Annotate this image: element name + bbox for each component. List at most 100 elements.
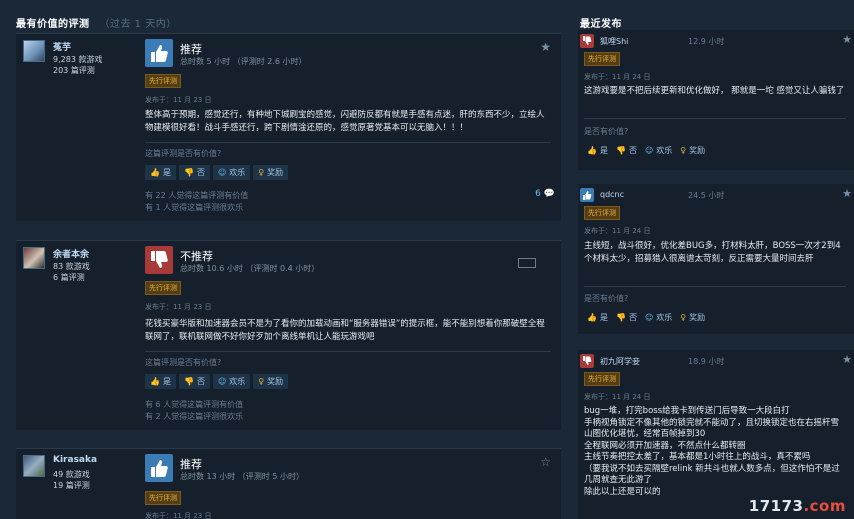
smile-icon: ☺ <box>644 146 654 155</box>
divider <box>145 142 551 143</box>
vote-no-button[interactable]: 👎 否 <box>613 310 640 325</box>
watermark-text: 17173 <box>748 497 804 515</box>
helpful-count: 有 22 人觉得这篇评测有价值 <box>145 191 249 200</box>
star-icon[interactable]: ★ <box>842 33 852 46</box>
recent-hours: 18.9 小时 <box>688 357 725 366</box>
divider <box>584 118 846 119</box>
comment-icon: 💬 <box>543 189 555 199</box>
vote-no-button[interactable]: 👎 否 <box>178 374 210 389</box>
recent-reviewer-name[interactable]: qdcnc <box>600 190 624 199</box>
recent-review-card: 狐哩Shi 12.9 小时 ★ 先行评测 发布于：11 月 24 日 这游戏要是… <box>578 30 854 170</box>
award-label: 奖励 <box>267 168 284 177</box>
reviewer-review-count[interactable]: 6 篇评测 <box>53 272 85 283</box>
smile-icon: ☺ <box>644 313 654 322</box>
recent-hours: 24.5 小时 <box>688 191 725 200</box>
vote-yes-button[interactable]: 👍 是 <box>584 310 611 325</box>
early-access-tag: 先行评测 <box>584 372 620 386</box>
thumbs-down-icon <box>580 354 594 368</box>
posted-date: 发布于：11 月 23 日 <box>145 512 212 519</box>
vote-no-button[interactable]: 👎 否 <box>613 143 640 158</box>
avatar[interactable] <box>23 40 45 62</box>
vote-no-label: 否 <box>196 377 205 386</box>
review-line: bug一堆，打完boss给我卡到传送门后导致一大段白打 <box>584 406 790 416</box>
review-line: 手柄视角锁定不像其他的锁完就不能动了，且切换锁定也在右摇杆雪山图优化堪忧，经常百… <box>584 417 840 440</box>
comment-count-value: 6 <box>535 189 541 199</box>
review-line: 全程联网必须开加速器，不然点什么都转圈 <box>584 440 746 451</box>
award-icon: ♀ <box>680 313 687 322</box>
comment-count[interactable]: 6 💬 <box>535 189 555 199</box>
vote-funny-button[interactable]: ☺ 欢乐 <box>212 165 251 180</box>
review-line: 主线节奏把控太差了，基本都是1小时往上的战斗，真不累吗 <box>584 452 811 462</box>
more-options-icon[interactable] <box>518 258 536 268</box>
vote-no-label: 否 <box>196 168 205 177</box>
divider <box>584 286 846 287</box>
reviewer-name[interactable]: 余者本余 <box>53 247 89 260</box>
vote-funny-button[interactable]: ☺ 欢乐 <box>212 374 251 389</box>
recent-reviewer-name[interactable]: 狐哩Shi <box>600 36 628 47</box>
thumbs-up-icon[interactable] <box>145 454 173 482</box>
star-icon[interactable]: ★ <box>540 40 551 54</box>
review-card: 菟芋 9,283 款游戏 203 篇评测 推荐 总时数 5 小时 （评测时 2.… <box>16 33 561 221</box>
thumbs-down-icon[interactable] <box>145 246 173 274</box>
early-access-tag: 先行评测 <box>145 281 181 295</box>
review-hours: 总时数 5 小时 （评测时 2.6 小时） <box>180 57 307 66</box>
star-icon[interactable]: ★ <box>842 353 852 366</box>
vote-funny-label: 欢乐 <box>656 146 673 155</box>
reviewer-name[interactable]: Kirasaka <box>53 455 97 465</box>
award-icon: ♀ <box>258 377 265 386</box>
vote-no-button[interactable]: 👎 否 <box>178 165 210 180</box>
award-label: 奖励 <box>689 146 706 155</box>
helpful-question: 是否有价值? <box>584 127 629 136</box>
award-button[interactable]: ♀ 奖励 <box>253 374 289 389</box>
award-button[interactable]: ♀ 奖励 <box>677 310 708 325</box>
avatar[interactable] <box>23 455 45 477</box>
award-label: 奖励 <box>689 313 706 322</box>
right-section-title: 最近发布 <box>580 19 622 30</box>
thumbs-up-icon: 👍 <box>587 146 597 155</box>
left-section-title-text: 最有价值的评测 <box>16 19 90 30</box>
smile-icon: ☺ <box>217 168 227 177</box>
funny-count: 有 2 人觉得这篇评测很欢乐 <box>145 412 244 421</box>
reviewer-review-count[interactable]: 203 篇评测 <box>53 65 95 76</box>
reviewer-games[interactable]: 9,283 款游戏 <box>53 54 102 65</box>
vote-yes-button[interactable]: 👍 是 <box>145 165 176 180</box>
review-verdict[interactable]: 不推荐 <box>180 248 213 264</box>
posted-date: 发布于：11 月 24 日 <box>584 393 651 401</box>
review-verdict[interactable]: 推荐 <box>180 41 202 57</box>
reviewer-review-count[interactable]: 19 篇评测 <box>53 480 90 491</box>
vote-funny-button[interactable]: ☺ 欢乐 <box>642 310 675 325</box>
vote-yes-button[interactable]: 👍 是 <box>145 374 176 389</box>
recent-review-body: bug一堆，打完boss给我卡到传送门后导致一大段白打 手柄视角锁定不像其他的锁… <box>584 406 846 498</box>
thumbs-down-icon: 👎 <box>615 146 626 155</box>
vote-funny-button[interactable]: ☺ 欢乐 <box>642 143 675 158</box>
star-icon[interactable]: ★ <box>842 187 852 200</box>
posted-date: 发布于：11 月 24 日 <box>584 227 651 235</box>
vote-yes-label: 是 <box>162 377 171 386</box>
recent-reviewer-name[interactable]: 初九阿学妾 <box>600 356 640 367</box>
reviewer-name[interactable]: 菟芋 <box>53 40 71 53</box>
vote-buttons: 👍 是 👎 否 ☺ 欢乐 ♀ 奖励 <box>584 310 708 325</box>
site-watermark-logo: 17173.com <box>749 497 846 515</box>
thumbs-down-icon: 👎 <box>615 313 626 322</box>
reviewer-games[interactable]: 83 款游戏 <box>53 261 90 272</box>
vote-yes-button[interactable]: 👍 是 <box>584 143 611 158</box>
review-hours: 总时数 10.6 小时 （评测时 0.4 小时） <box>180 264 320 273</box>
avatar[interactable] <box>23 247 45 269</box>
award-button[interactable]: ♀ 奖励 <box>677 143 708 158</box>
recent-review-body: 主线短，战斗很好，优化差BUG多，打材料太肝，BOSS一次才2到4个材料太少，招… <box>584 241 841 264</box>
star-outline-icon[interactable]: ☆ <box>540 455 551 469</box>
review-line: （要我说不如去买隔壁relink 新共斗也就人数多点，但这作怕不是过几周就查无此… <box>584 463 840 486</box>
posted-date: 发布于：11 月 24 日 <box>584 73 651 81</box>
early-access-tag: 先行评测 <box>584 206 620 220</box>
vote-yes-label: 是 <box>599 313 608 322</box>
early-access-tag: 先行评测 <box>584 52 620 66</box>
thumbs-up-icon: 👍 <box>150 168 160 177</box>
review-verdict[interactable]: 推荐 <box>180 456 202 472</box>
review-card: 余者本余 83 款游戏 6 篇评测 不推荐 总时数 10.6 小时 （评测时 0… <box>16 240 561 430</box>
award-button[interactable]: ♀ 奖励 <box>253 165 289 180</box>
thumbs-up-icon[interactable] <box>145 39 173 67</box>
reviewer-games[interactable]: 49 款游戏 <box>53 469 90 480</box>
award-icon: ♀ <box>680 146 687 155</box>
thumbs-down-icon <box>580 34 594 48</box>
vote-buttons: 👍 是 👎 否 ☺ 欢乐 ♀ 奖励 <box>145 165 289 180</box>
